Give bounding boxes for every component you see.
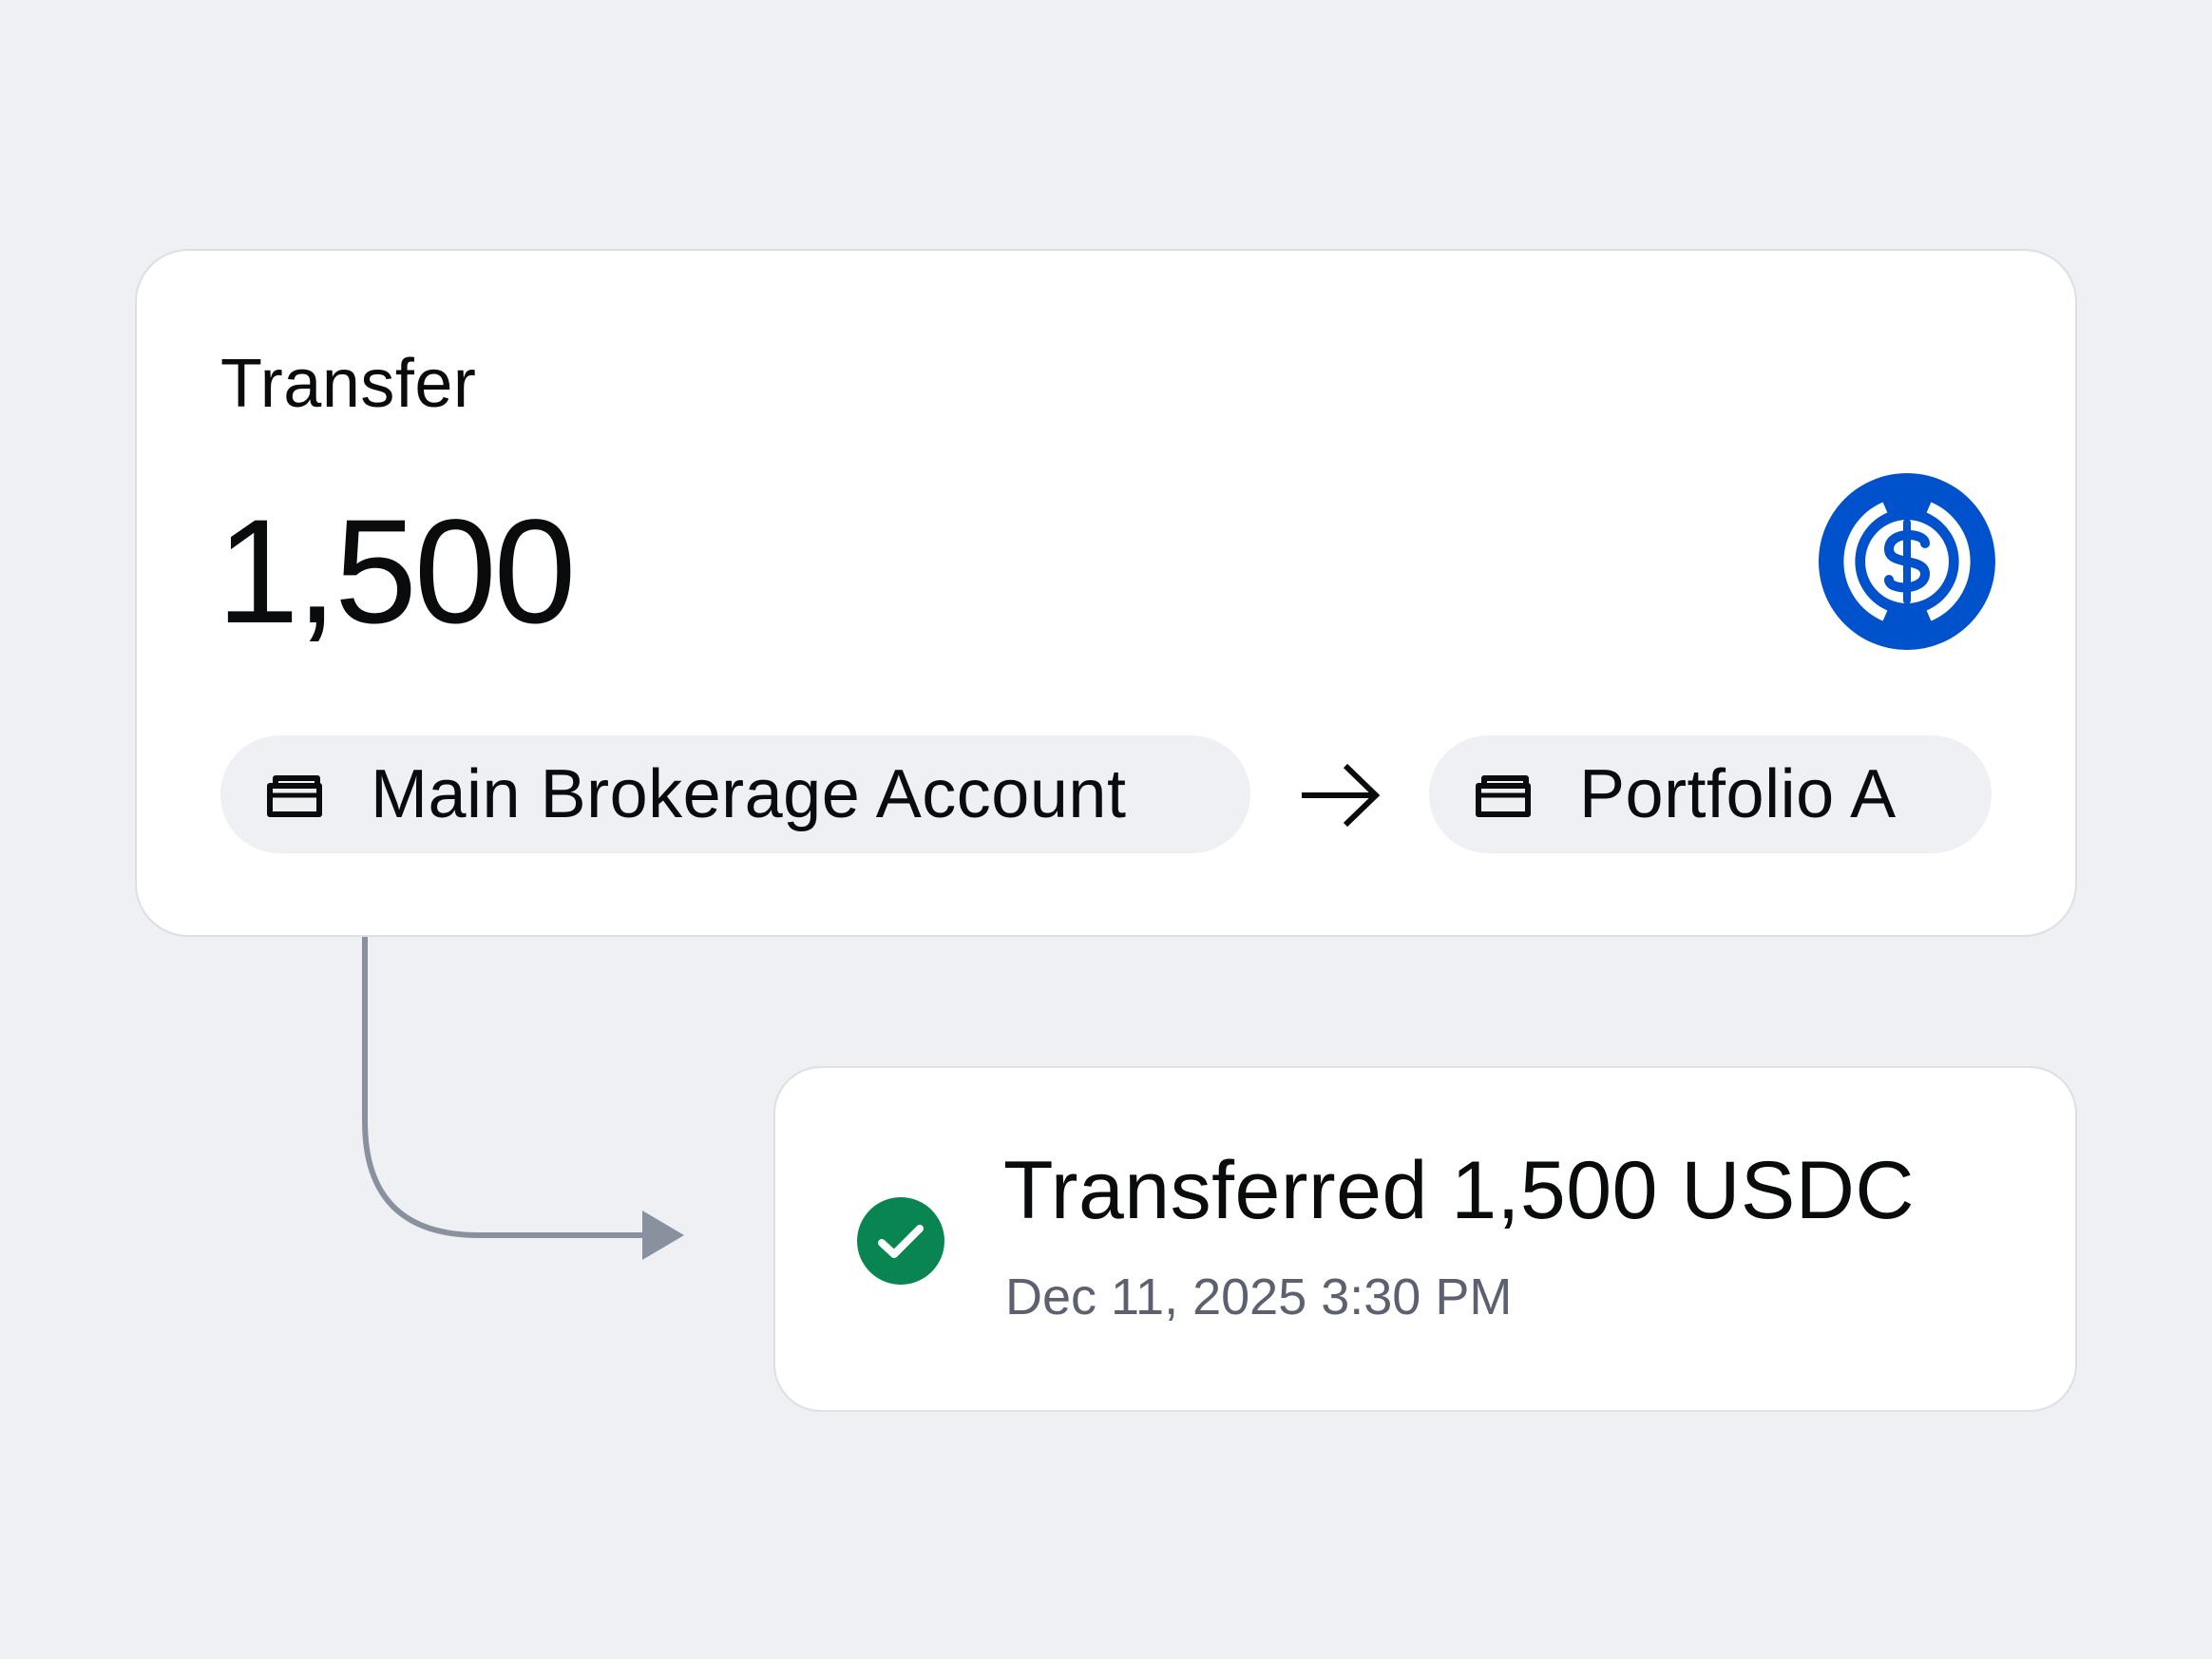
transfer-amount: 1,500 [217,489,576,655]
usdc-coin-icon [1819,473,1995,650]
transfer-result-card: Transferred 1,500 USDC Dec 11, 2025 3:30… [773,1066,2077,1412]
check-circle-icon [857,1197,944,1285]
result-title: Transferred 1,500 USDC [1003,1145,1915,1236]
source-account-chip[interactable]: Main Brokerage Account [220,735,1250,853]
result-timestamp: Dec 11, 2025 3:30 PM [1005,1268,1513,1325]
destination-account-label: Portfolio A [1579,756,1897,832]
transfer-card: Transfer 1,500 Main Brokerage Account Po… [135,249,2077,937]
transfer-label: Transfer [220,346,477,422]
wallet-icon [1475,771,1532,818]
arrow-right-icon [1302,763,1381,828]
wallet-icon [266,771,323,818]
destination-account-chip[interactable]: Portfolio A [1429,735,1992,853]
source-account-label: Main Brokerage Account [371,756,1127,832]
